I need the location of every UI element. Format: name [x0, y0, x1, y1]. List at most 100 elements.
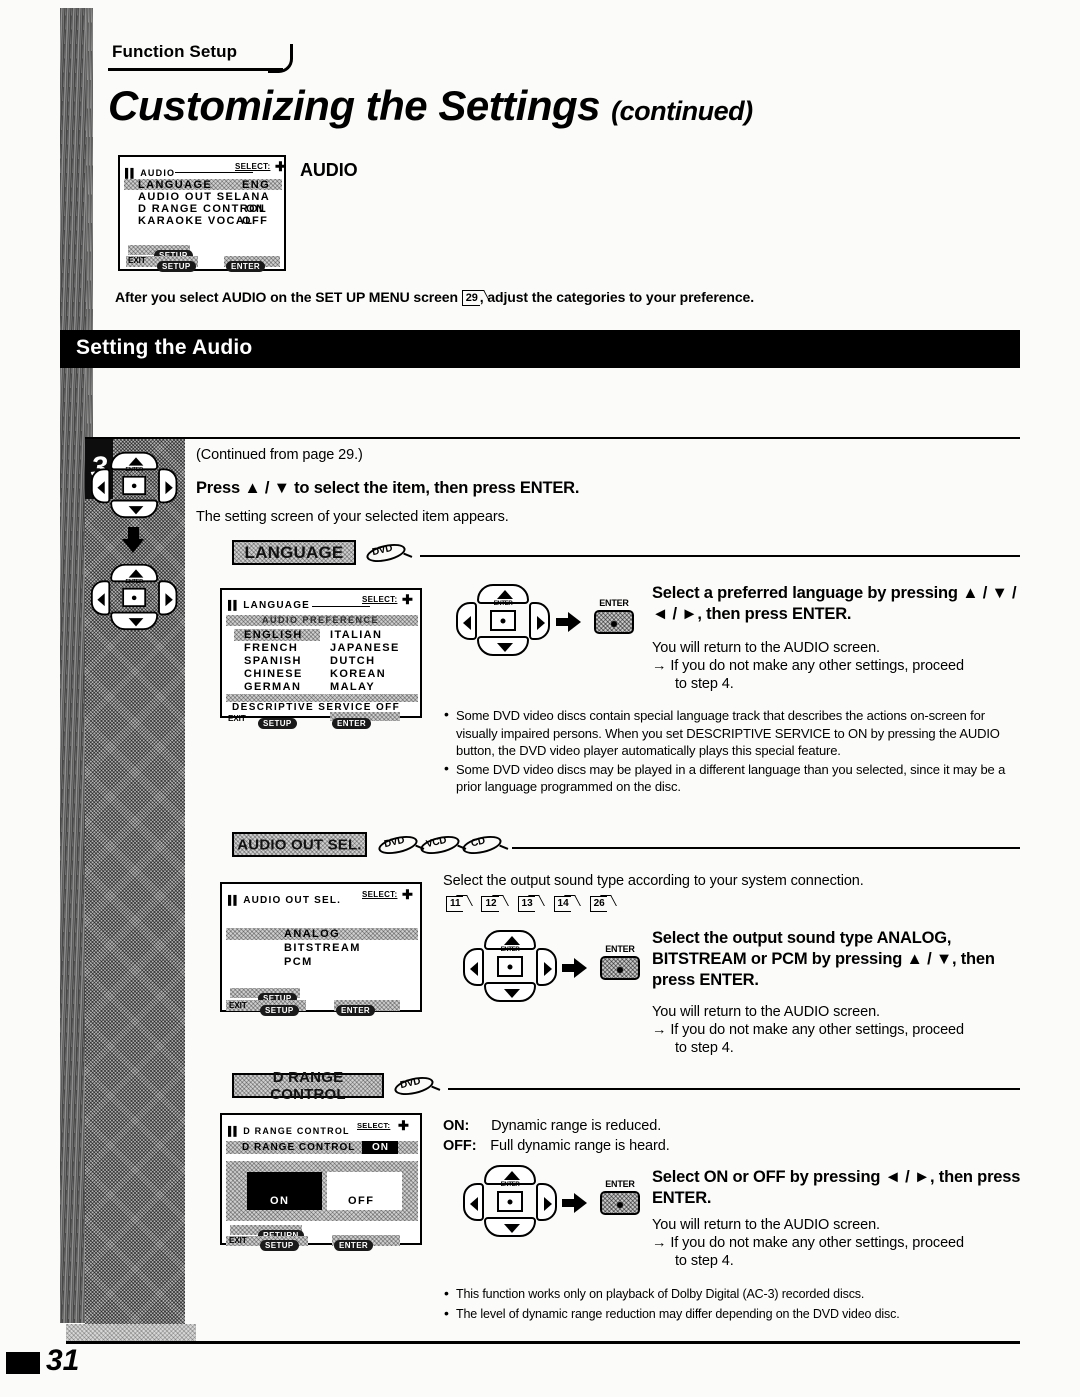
section-tag-language: LANGUAGE	[232, 540, 356, 565]
pageref-12: 12	[481, 895, 499, 912]
drc-off-label: OFF:	[443, 1138, 477, 1154]
language-enter-button[interactable]: ENTER	[594, 598, 634, 634]
d-range-control-bullets: This function works only on playback of …	[443, 1284, 1023, 1325]
aos-osd-option-1[interactable]: BITSTREAM	[284, 942, 361, 954]
disc-badge-vcd-aos: VCD	[418, 832, 467, 858]
drc-osd-choice-off: OFF	[348, 1195, 375, 1207]
language-osd-left-2[interactable]: SPANISH	[244, 655, 302, 667]
language-osd-right-4[interactable]: MALAY	[330, 681, 375, 693]
disc-badge-dvd-drc: DVD	[392, 1073, 441, 1099]
osd-row-1-name[interactable]: AUDIO OUT SEL.	[138, 191, 247, 203]
language-heading: Select a preferred language by pressing …	[652, 584, 1017, 623]
language-osd-right-0[interactable]: ITALIAN	[330, 629, 382, 641]
section-rule-language	[420, 555, 1020, 557]
aos-osd-select-label: SELECT:	[362, 890, 398, 899]
intro-text-after: , adjust the categories to your preferen…	[479, 289, 755, 305]
language-body-2: → If you do not make any other settings,…	[652, 658, 964, 674]
osd-row-0-value: ENG	[242, 179, 271, 191]
language-osd-title-rule	[312, 606, 370, 607]
language-osd: ▌▌ LANGUAGE SELECT: ✚ AUDIO PREFERENCE E…	[220, 588, 422, 729]
language-osd-left-1[interactable]: FRENCH	[244, 642, 298, 654]
osd-row-0-name[interactable]: LANGUAGE	[138, 179, 212, 191]
osd-row-3-name[interactable]: KARAOKE VOCAL	[138, 215, 253, 227]
intro-text-before: After you select AUDIO on the SET UP MEN…	[115, 289, 462, 305]
language-bullet-1: Some DVD video discs may be played in a …	[443, 760, 1018, 796]
step-sub-note: The setting screen of your selected item…	[196, 509, 509, 525]
section-tag-d-range-control: D RANGE CONTROL	[232, 1069, 384, 1103]
section-tag-audio-out-sel-label: AUDIO OUT SEL.	[237, 836, 362, 853]
eyebrow-function-setup: Function Setup	[110, 42, 239, 64]
osd-footer-key-setup-2[interactable]: SETUP	[157, 256, 196, 274]
d-range-control-osd: ▌▌ D RANGE CONTROL SELECT: ✚ D RANGE CON…	[220, 1113, 422, 1251]
drc-on-row: ON: Dynamic range is reduced.	[443, 1117, 661, 1136]
language-osd-left-4[interactable]: GERMAN	[244, 681, 301, 693]
aos-osd-dpad-glyph: ✚	[402, 887, 413, 902]
audio-menu-osd: ▌▌ AUDIO SELECT: ✚ LANGUAGE ENG AUDIO OU…	[118, 155, 286, 274]
audio-screen-side-label: AUDIO	[300, 160, 358, 180]
footer-texture	[66, 1324, 196, 1341]
osd-footer-key-exit[interactable]: EXIT	[128, 256, 146, 265]
language-osd-right-2[interactable]: DUTCH	[330, 655, 376, 667]
d-range-control-bullet-1: The level of dynamic range reduction may…	[443, 1304, 1023, 1324]
language-body-3: to step 4.	[675, 676, 734, 692]
audio-out-sel-osd: ▌▌ AUDIO OUT SEL. SELECT: ✚ ANALOG BITST…	[220, 882, 422, 1016]
audio-out-sel-dpad-graphic: ENTER	[462, 928, 558, 1006]
drc-osd-title-row: ▌▌ D RANGE CONTROL	[228, 1121, 350, 1139]
drc-osd-footer-enter[interactable]: ENTER	[334, 1235, 374, 1253]
language-osd-footer-setup[interactable]: SETUP	[258, 713, 297, 731]
language-osd-left-0[interactable]: ENGLISH	[244, 629, 303, 641]
drc-osd-title: D RANGE CONTROL	[243, 1126, 350, 1136]
osd-title: AUDIO	[140, 168, 176, 178]
aos-osd-footer-setup-2[interactable]: SETUP	[260, 1000, 299, 1018]
aos-osd-bars-icon: ▌▌	[228, 895, 240, 905]
drc-osd-choice-on: ON	[270, 1195, 290, 1207]
d-range-control-enter-button-label: ENTER	[605, 1179, 635, 1189]
drc-on-text: Dynamic range is reduced.	[491, 1118, 662, 1134]
aos-osd-option-2[interactable]: PCM	[284, 956, 313, 968]
pageref-14: 14	[553, 895, 571, 912]
language-osd-band-2	[226, 694, 418, 702]
manual-page: Function Setup Customizing the Settings …	[0, 0, 1080, 1397]
drc-osd-band-value: ON	[372, 1142, 389, 1153]
drc-osd-footer-setup[interactable]: SETUP	[260, 1235, 299, 1253]
section-rule-d-range-control	[448, 1088, 1020, 1090]
footer-rule	[66, 1341, 1020, 1344]
eyebrow-label: Function Setup	[112, 42, 238, 61]
section-rule-audio-out-sel	[512, 847, 1020, 849]
osd-footer-key-enter[interactable]: ENTER	[226, 256, 266, 274]
section-tag-d-range-control-label: D RANGE CONTROL	[270, 1068, 346, 1103]
audio-out-sel-enter-button-label: ENTER	[605, 944, 635, 954]
footer-page-number: 31	[46, 1344, 80, 1377]
aos-osd-footer-exit[interactable]: EXIT	[229, 1001, 247, 1010]
osd-row-2-value: ON	[246, 203, 266, 215]
language-bullets: Some DVD video discs contain special lan…	[443, 706, 1018, 797]
audio-out-sel-heading: Select the output sound type ANALOG, BIT…	[652, 929, 995, 989]
language-body-1: You will return to the AUDIO screen.	[652, 640, 880, 656]
drc-osd-dpad-glyph: ✚	[398, 1118, 409, 1133]
pageref-26: 26	[589, 895, 607, 912]
drc-osd-footer-exit[interactable]: EXIT	[229, 1236, 247, 1245]
audio-out-sel-flow-arrow-icon	[562, 958, 588, 978]
intro-paragraph: After you select AUDIO on the SET UP MEN…	[115, 288, 995, 307]
page-title-suffix: (continued)	[611, 96, 753, 126]
language-osd-right-3[interactable]: KOREAN	[330, 668, 386, 680]
language-osd-right-1[interactable]: JAPANESE	[330, 642, 400, 654]
scan-spine-texture	[60, 8, 86, 1323]
d-range-control-flow-arrow-icon	[562, 1193, 588, 1213]
language-osd-band-label: AUDIO PREFERENCE	[262, 615, 380, 625]
language-osd-left-3[interactable]: CHINESE	[244, 668, 303, 680]
d-range-control-enter-button[interactable]: ENTER	[600, 1179, 640, 1215]
audio-out-sel-enter-button[interactable]: ENTER	[600, 944, 640, 980]
footer-square-marker	[6, 1352, 40, 1374]
drc-on-label: ON:	[443, 1118, 470, 1134]
osd-row-3-value: OFF	[242, 215, 269, 227]
language-osd-footer-enter[interactable]: ENTER	[332, 713, 372, 731]
osd-row-1-value: ANA	[242, 191, 271, 203]
audio-out-sel-lead-text: Select the output sound type according t…	[443, 873, 864, 889]
language-osd-footer-exit[interactable]: EXIT	[228, 714, 246, 723]
remote-dpad-graphic-step-a: ENTER	[90, 450, 178, 522]
audio-out-sel-body-3: to step 4.	[675, 1040, 734, 1056]
aos-osd-footer-enter[interactable]: ENTER	[336, 1000, 376, 1018]
aos-osd-option-0[interactable]: ANALOG	[284, 928, 340, 940]
drc-osd-band-label: D RANGE CONTROL	[242, 1142, 356, 1153]
